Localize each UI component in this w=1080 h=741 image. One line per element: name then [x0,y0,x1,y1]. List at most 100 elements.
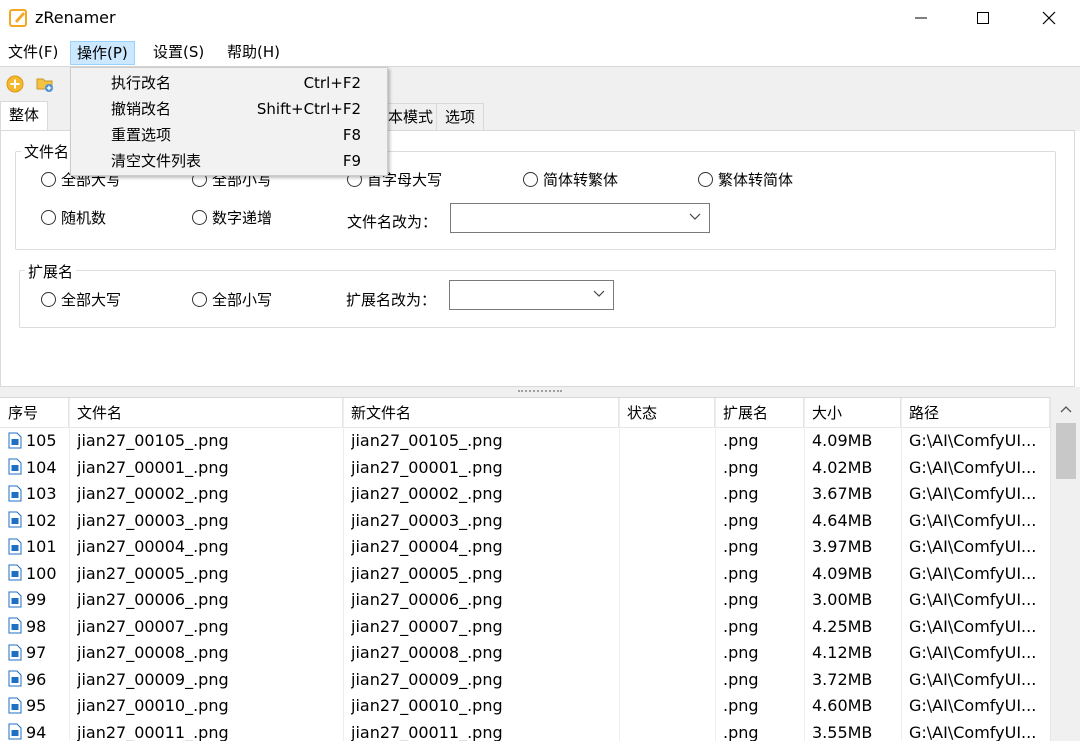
menu-help[interactable]: 帮助(H) [221,41,286,65]
table-row[interactable]: 96 jian27_00009_.png jian27_00009_.png .png… [0,667,1050,694]
table-row[interactable]: 99 jian27_00006_.png jian27_00006_.png .png… [0,587,1050,614]
cell-text: .png [723,616,759,636]
cell-text: 4.60MB [812,696,873,715]
cell-index: 94 [8,720,68,741]
file-icon [8,485,22,501]
menu-item-execute-rename[interactable]: 执行改名 Ctrl+F2 [71,70,387,96]
table-row[interactable]: 103 jian27_00002_.png jian27_00002_.png .pn… [0,481,1050,508]
cell-text: .png [723,722,759,741]
table-row[interactable]: 104 jian27_00001_.png jian27_00001_.png .pn… [0,455,1050,482]
menu-bar: 文件(F) 操作(P) 设置(S) 帮助(H) [0,38,1080,67]
cell-path: G:\AI\ComfyUI... [909,614,1049,641]
menu-settings[interactable]: 设置(S) [147,41,210,65]
cell-index: 104 [8,455,68,482]
menu-operation[interactable]: 操作(P) [70,41,135,65]
radio-circle [192,210,207,225]
table-row[interactable]: 102 jian27_00003_.png jian27_00003_.png .pn… [0,508,1050,535]
table-row[interactable]: 97 jian27_00008_.png jian27_00008_.png .png… [0,640,1050,667]
tab-text-mode[interactable]: 本模式 [379,103,443,131]
cell-path: G:\AI\ComfyUI... [909,667,1049,694]
cell-path: G:\AI\ComfyUI... [909,481,1049,508]
cell-extension: .png [723,481,803,508]
col-header-new-filename[interactable]: 新文件名 [343,398,619,428]
splitter[interactable] [0,387,1080,397]
cell-path: G:\AI\ComfyUI... [909,455,1049,482]
maximize-icon [977,12,989,24]
cell-extension: .png [723,614,803,641]
cell-path: G:\AI\ComfyUI... [909,693,1049,720]
vertical-scrollbar[interactable] [1050,397,1080,741]
maximize-button[interactable] [952,0,1014,36]
menu-item-clear-file-list[interactable]: 清空文件列表 F9 [71,148,387,174]
splitter-grip[interactable] [518,390,562,393]
cell-text: jian27_00006_.png [351,590,503,609]
cell-text: 103 [26,484,57,503]
cell-path: G:\AI\ComfyUI... [909,428,1049,455]
table-row[interactable]: 94 jian27_00011_.png jian27_00011_.png .png… [0,720,1050,741]
radio-simplified-to-traditional[interactable]: 简体转繁体 [523,169,618,190]
file-icon [8,511,22,528]
menu-item-label: 清空文件列表 [111,152,202,170]
radio-circle [523,172,538,187]
table-row[interactable]: 98 jian27_00007_.png jian27_00007_.png .png… [0,614,1050,641]
col-header-status[interactable]: 状态 [619,398,715,428]
extension-rename-combo[interactable] [449,280,614,310]
radio-traditional-to-simplified[interactable]: 繁体转简体 [698,169,793,190]
cell-new-filename: jian27_00006_.png [351,587,617,614]
tab-overall[interactable]: 整体 [0,101,49,132]
cell-index: 100 [8,561,68,588]
radio-ext-uppercase[interactable]: 全部大写 [41,289,121,310]
radio-random-number[interactable]: 随机数 [41,207,106,228]
col-header-index[interactable]: 序号 [0,398,69,428]
table-row[interactable]: 100 jian27_00005_.png jian27_00005_.png .pn… [0,561,1050,588]
cell-status [627,455,713,482]
table-row[interactable]: 101 jian27_00004_.png jian27_00004_.png .pn… [0,534,1050,561]
scroll-up-button[interactable] [1051,397,1080,423]
scroll-thumb[interactable] [1056,423,1076,479]
table-header: 序号 文件名 新文件名 状态 扩展名 大小 路径 [0,398,1050,428]
col-header-size[interactable]: 大小 [804,398,901,428]
cell-path: G:\AI\ComfyUI... [909,534,1049,561]
window-title: zRenamer [35,8,116,27]
cell-text: 4.64MB [812,510,873,530]
cell-text: 96 [26,669,47,689]
tab-options[interactable]: 选项 [436,103,485,131]
close-button[interactable] [1018,0,1080,36]
close-icon [1042,11,1056,25]
cell-new-filename: jian27_00003_.png [351,508,617,535]
cell-status [627,667,713,694]
cell-index: 96 [8,667,68,694]
cell-text: jian27_00004_.png [351,537,503,556]
cell-text: G:\AI\ComfyUI... [909,669,1037,689]
file-icon [8,458,22,475]
add-file-icon[interactable] [5,74,25,94]
cell-status [627,481,713,508]
cell-filename: jian27_00002_.png [77,481,341,508]
table-row[interactable]: 95 jian27_00010_.png jian27_00010_.png .png… [0,693,1050,720]
col-header-filename[interactable]: 文件名 [69,398,343,428]
filename-rename-combo[interactable] [450,203,710,233]
cell-text: .png [723,484,759,503]
cell-text: .png [723,510,759,530]
col-header-extension[interactable]: 扩展名 [715,398,804,428]
add-folder-icon[interactable] [35,74,55,94]
cell-text: jian27_00010_.png [77,696,229,715]
minimize-button[interactable] [890,0,952,36]
cell-status [627,534,713,561]
menu-file[interactable]: 文件(F) [2,41,64,65]
cell-extension: .png [723,561,803,588]
cell-new-filename: jian27_00008_.png [351,640,617,667]
cell-status [627,561,713,588]
col-header-path[interactable]: 路径 [901,398,1050,428]
cell-size: 3.00MB [812,587,900,614]
menu-item-undo-rename[interactable]: 撤销改名 Shift+Ctrl+F2 [71,96,387,122]
cell-text: jian27_00005_.png [351,563,503,583]
cell-text: G:\AI\ComfyUI... [909,484,1037,503]
radio-ext-lowercase[interactable]: 全部小写 [192,289,272,310]
radio-number-increment[interactable]: 数字递增 [192,207,272,228]
table-row[interactable]: 105 jian27_00105_.png jian27_00105_.png .pn… [0,428,1050,455]
cell-text: jian27_00009_.png [77,669,229,689]
file-table: 序号 文件名 新文件名 状态 扩展名 大小 路径 105 jian27_00105… [0,397,1050,741]
cell-text: G:\AI\ComfyUI... [909,696,1037,715]
menu-item-reset-options[interactable]: 重置选项 F8 [71,122,387,148]
